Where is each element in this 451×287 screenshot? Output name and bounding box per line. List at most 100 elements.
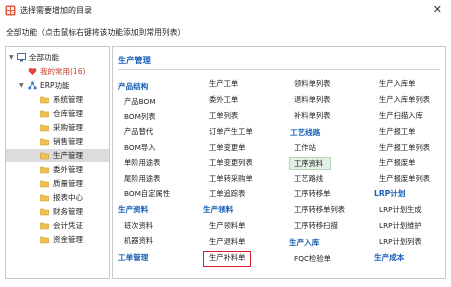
func-item[interactable]: FQC检验单 — [294, 253, 331, 265]
func-item[interactable]: 工作站 — [294, 142, 316, 154]
func-item[interactable]: 生产入库单 — [379, 78, 415, 90]
func-item[interactable]: 生产报废单 — [379, 157, 415, 169]
func-item[interactable]: 生产报废单列表 — [379, 173, 430, 185]
tree-item-purchasing[interactable]: 采购管理 — [6, 121, 109, 134]
tree-label: 销售管理 — [53, 137, 83, 146]
func-item[interactable]: 工单追踪表 — [209, 188, 245, 200]
func-item[interactable]: 生产入库单列表 — [379, 94, 430, 106]
func-item[interactable]: LRP计划生成 — [379, 204, 422, 216]
function-panel: 生产管理 产品结构 产品BOM BOM列表 产品替代 BOM导入 单阶用途表 尾… — [112, 46, 446, 279]
tree-item-vouchers[interactable]: 会计凭证 — [6, 219, 109, 232]
group-production-inbound: 生产入库 — [289, 238, 320, 247]
tree-item-erp[interactable]: ▼ ERP功能 — [6, 79, 109, 92]
func-item[interactable]: LRP计划维护 — [379, 220, 422, 232]
func-item[interactable]: 生产扫描入库 — [379, 110, 423, 122]
group-product-structure: 产品结构 — [118, 82, 149, 91]
tree-item-reports[interactable]: 报表中心 — [6, 191, 109, 204]
func-item[interactable]: 产品替代 — [124, 126, 153, 138]
func-item-boxed[interactable]: 生产补料单 — [203, 251, 252, 267]
tree-item-funds[interactable]: 资金管理 — [6, 233, 109, 246]
func-item[interactable]: LRP计划列表 — [379, 236, 422, 248]
window-title: 选择需要增加的目录 — [20, 6, 92, 15]
folder-icon — [40, 180, 49, 188]
tree-label: 报表中心 — [53, 193, 83, 202]
folder-icon — [40, 208, 49, 216]
func-item[interactable]: 机器资料 — [124, 235, 153, 247]
func-item[interactable]: 工单转采购单 — [209, 173, 253, 185]
func-item[interactable]: 尾阶用途表 — [124, 173, 160, 185]
func-item[interactable]: 领料单列表 — [294, 78, 330, 90]
tree-label: 采购管理 — [53, 123, 83, 132]
folder-icon — [40, 222, 49, 230]
func-item[interactable]: 工单变更单 — [209, 142, 245, 154]
tree-item-finance[interactable]: 财务管理 — [6, 205, 109, 218]
func-item[interactable]: 工艺路线 — [294, 173, 323, 185]
tree-label: 会计凭证 — [53, 221, 83, 230]
tree-label: 我的常用(16) — [40, 67, 86, 76]
tree-label: 生产管理 — [53, 151, 83, 160]
func-item[interactable]: 订单产生工单 — [209, 126, 253, 138]
func-item[interactable]: 委外工单 — [209, 94, 238, 106]
tree-item-outsourcing[interactable]: 委外管理 — [6, 163, 109, 176]
group-process-route: 工艺线路 — [290, 128, 321, 137]
tree-label: 仓库管理 — [53, 109, 83, 118]
folder-icon — [40, 152, 49, 160]
func-item[interactable]: 退料单列表 — [294, 94, 330, 106]
tree-label: 系统管理 — [53, 95, 83, 104]
folder-icon — [40, 110, 49, 118]
window-titlebar: 选择需要增加的目录 ✕ — [0, 0, 451, 22]
func-item[interactable]: 工序转移单 — [294, 188, 330, 200]
func-item[interactable]: 生产报工单 — [379, 126, 415, 138]
func-item[interactable]: 产品BOM — [124, 96, 156, 108]
collapse-caret-icon[interactable]: ▼ — [9, 51, 14, 64]
tree-item-sales[interactable]: 销售管理 — [6, 135, 109, 148]
tree-item-system[interactable]: 系统管理 — [6, 93, 109, 106]
func-item[interactable]: 生产领料单 — [209, 220, 245, 232]
tree-item-production[interactable]: 生产管理 — [6, 149, 109, 162]
tree-item-quality[interactable]: 质量管理 — [6, 177, 109, 190]
func-item[interactable]: 生产退料单 — [209, 236, 245, 248]
tree-label: 委外管理 — [53, 165, 83, 174]
func-item[interactable]: 补料单列表 — [294, 110, 330, 122]
func-item[interactable]: BOM导入 — [124, 142, 156, 154]
app-icon — [5, 5, 16, 16]
folder-icon — [40, 138, 49, 146]
folder-icon — [40, 194, 49, 202]
panel-title: 生产管理 — [118, 55, 151, 65]
func-item[interactable]: 单阶用途表 — [124, 157, 160, 169]
func-item[interactable]: 工单列表 — [209, 110, 238, 122]
folder-icon — [40, 124, 49, 132]
tree-item-warehouse[interactable]: 仓库管理 — [6, 107, 109, 120]
tree-item-my-favorites[interactable]: 我的常用(16) — [6, 65, 109, 78]
tree-label: 财务管理 — [53, 207, 83, 216]
func-item[interactable]: 生产报工单列表 — [379, 142, 430, 154]
heart-icon — [28, 68, 37, 75]
func-item[interactable]: 工单变更列表 — [209, 157, 253, 169]
close-icon[interactable]: ✕ — [433, 3, 442, 17]
func-item[interactable]: 生产工单 — [209, 78, 238, 90]
folder-icon — [40, 236, 49, 244]
group-production-data: 生产资料 — [118, 205, 149, 214]
func-item[interactable]: 工序转移扫描 — [294, 220, 338, 232]
monitor-icon — [17, 53, 26, 62]
tree-label: 全部功能 — [29, 53, 59, 62]
collapse-caret-icon[interactable]: ▼ — [19, 79, 24, 92]
page-subtitle: 全部功能（点击鼠标右键将该功能添加到常用列表） — [6, 28, 186, 37]
group-material-issue: 生产领料 — [203, 205, 234, 214]
func-item-highlighted[interactable]: 工序资料 — [289, 157, 332, 170]
tree-item-all-functions[interactable]: ▼ 全部功能 — [6, 51, 109, 64]
network-icon — [28, 81, 37, 90]
func-item[interactable]: BOM自定属性 — [124, 188, 170, 200]
tree-label: 质量管理 — [53, 179, 83, 188]
func-item[interactable]: 工序转移单列表 — [294, 204, 345, 216]
tree-label: ERP功能 — [40, 81, 70, 90]
divider — [118, 69, 440, 70]
tree-label: 资金管理 — [53, 235, 83, 244]
group-production-cost: 生产成本 — [374, 253, 405, 262]
folder-icon — [40, 96, 49, 104]
func-item[interactable]: BOM列表 — [124, 111, 156, 123]
group-work-order: 工单管理 — [118, 253, 149, 262]
func-item[interactable]: 班次资料 — [124, 220, 153, 232]
sidebar-tree[interactable]: ▼ 全部功能 我的常用(16) ▼ ERP功能 系统管理 仓库管理 采购管理 销… — [5, 46, 110, 279]
group-lrp-plan: LRP计划 — [374, 189, 406, 198]
